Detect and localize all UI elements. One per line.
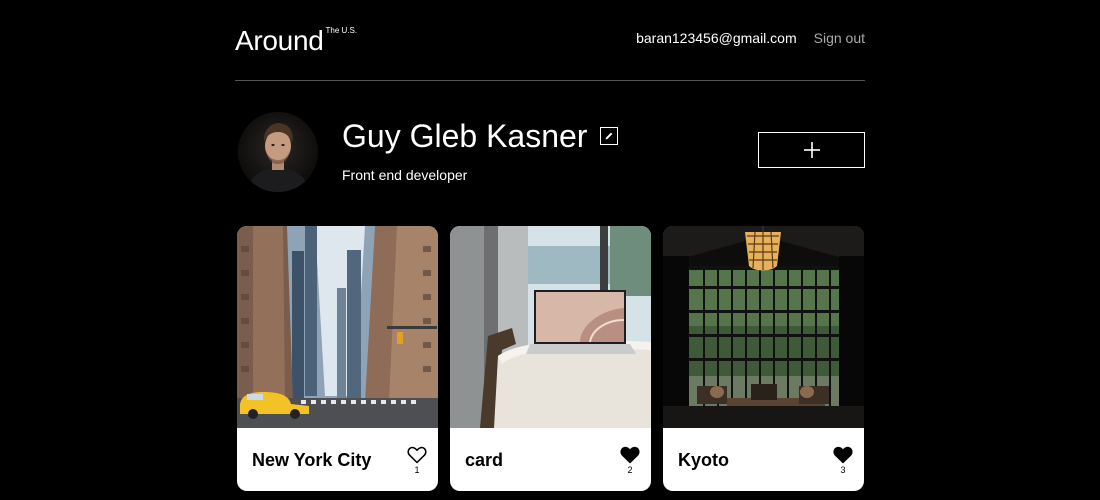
card-footer: Kyoto 3 — [663, 428, 864, 491]
profile-name-row: Guy Gleb Kasner — [342, 116, 619, 156]
like-control: 1 — [406, 446, 428, 476]
user-email: baran123456@gmail.com — [636, 30, 797, 46]
logo-text: Around — [235, 25, 324, 56]
profile-name: Guy Gleb Kasner — [342, 118, 588, 154]
profile-section: Guy Gleb Kasner Front end developer — [238, 112, 865, 192]
pencil-icon — [605, 132, 613, 140]
like-count: 3 — [840, 464, 846, 475]
profile-about: Front end developer — [342, 167, 468, 183]
card-image-kyoto[interactable] — [663, 226, 864, 428]
edit-profile-button[interactable] — [600, 127, 619, 145]
add-card-button[interactable] — [758, 132, 865, 168]
profile-info: Guy Gleb Kasner Front end developer — [342, 116, 619, 184]
like-count: 1 — [414, 464, 420, 475]
plus-icon — [803, 142, 820, 158]
logo-superscript: The U.S. — [325, 26, 358, 35]
card: New York City 1 — [237, 226, 438, 491]
card: Kyoto 3 — [663, 226, 864, 491]
sign-out-link[interactable]: Sign out — [814, 29, 865, 47]
header-user-area: baran123456@gmail.com Sign out — [636, 29, 865, 47]
card-title: Kyoto — [678, 449, 729, 470]
like-control: 2 — [619, 446, 641, 476]
site-header: Around The U.S. baran123456@gmail.com Si… — [235, 0, 865, 81]
avatar-photo — [238, 112, 318, 192]
like-count: 2 — [627, 464, 633, 475]
logo[interactable]: Around The U.S. — [235, 24, 357, 58]
card-title: card — [465, 449, 504, 470]
card-image-card[interactable] — [450, 226, 651, 428]
heart-filled-icon[interactable] — [833, 446, 853, 464]
heart-outline-icon[interactable] — [407, 446, 427, 464]
like-control: 3 — [832, 446, 854, 476]
card-footer: card 2 — [450, 428, 651, 491]
cards-grid: New York City 1 card 2 Kyoto 3 — [237, 226, 864, 491]
heart-filled-icon[interactable] — [620, 446, 640, 464]
avatar[interactable] — [238, 112, 318, 192]
card-title: New York City — [252, 449, 372, 470]
card-footer: New York City 1 — [237, 428, 438, 491]
card-image-new-york-city[interactable] — [237, 226, 438, 428]
card: card 2 — [450, 226, 651, 491]
